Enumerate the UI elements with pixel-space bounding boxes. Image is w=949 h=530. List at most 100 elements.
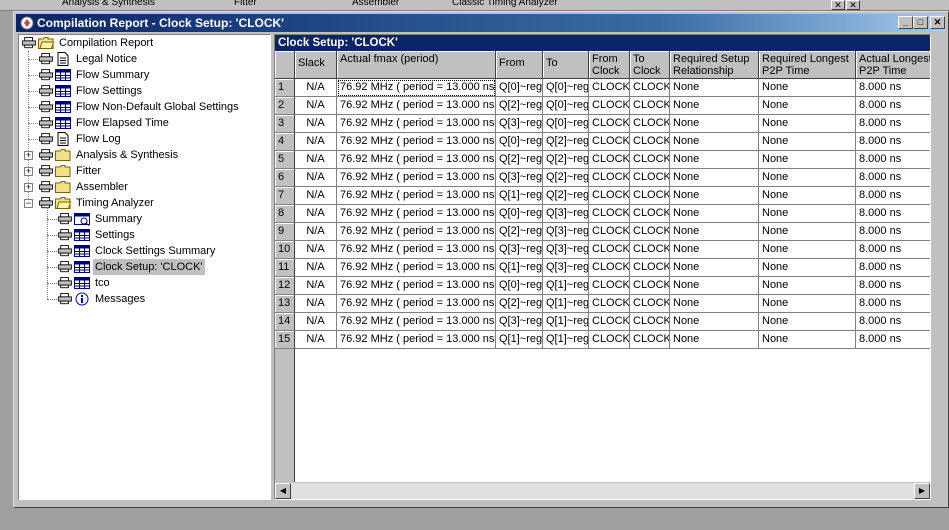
table-cell[interactable]: 8.000 ns	[856, 313, 930, 331]
table-cell[interactable]: Q[3]~reg0	[496, 169, 543, 187]
expand-icon[interactable]: +	[24, 167, 33, 176]
report-table[interactable]: Slack Actual fmax (period) From To From Cloc…	[275, 51, 930, 483]
table-cell[interactable]: Q[0]~reg0	[543, 79, 589, 97]
table-cell[interactable]: CLOCK	[630, 151, 670, 169]
table-cell[interactable]: CLOCK	[630, 187, 670, 205]
row-header[interactable]: 8	[275, 205, 295, 223]
table-cell[interactable]: CLOCK	[589, 187, 630, 205]
column-header[interactable]: From	[496, 51, 543, 79]
table-cell[interactable]: CLOCK	[589, 79, 630, 97]
table-cell[interactable]: CLOCK	[630, 169, 670, 187]
table-cell[interactable]: N/A	[295, 331, 337, 349]
table-cell[interactable]: CLOCK	[589, 205, 630, 223]
table-cell[interactable]: Q[0]~reg0	[496, 277, 543, 295]
table-cell[interactable]: N/A	[295, 277, 337, 295]
table-cell[interactable]: N/A	[295, 115, 337, 133]
row-header[interactable]: 11	[275, 259, 295, 277]
table-cell[interactable]: 8.000 ns	[856, 223, 930, 241]
table-cell[interactable]: 8.000 ns	[856, 115, 930, 133]
table-cell[interactable]: CLOCK	[630, 259, 670, 277]
table-cell[interactable]: None	[759, 133, 856, 151]
table-cell[interactable]: None	[670, 187, 759, 205]
table-cell[interactable]: 8.000 ns	[856, 151, 930, 169]
table-cell[interactable]: Q[3]~reg0	[543, 241, 589, 259]
table-cell[interactable]: CLOCK	[589, 295, 630, 313]
table-cell[interactable]: Q[3]~reg0	[543, 205, 589, 223]
table-cell[interactable]: 8.000 ns	[856, 169, 930, 187]
table-cell[interactable]: None	[759, 313, 856, 331]
row-header[interactable]: 14	[275, 313, 295, 331]
table-cell[interactable]: None	[670, 79, 759, 97]
table-cell[interactable]: Q[2]~reg0	[543, 133, 589, 151]
column-header[interactable]: From Clock	[589, 51, 630, 79]
horizontal-scrollbar[interactable]: ◀ ▶	[275, 482, 930, 499]
table-cell[interactable]: CLOCK	[630, 295, 670, 313]
table-cell[interactable]: 76.92 MHz ( period = 13.000 ns )	[337, 169, 496, 187]
table-cell[interactable]: Q[2]~reg0	[496, 151, 543, 169]
table-cell[interactable]: Q[3]~reg0	[496, 313, 543, 331]
row-header[interactable]: 9	[275, 223, 295, 241]
table-cell[interactable]: 8.000 ns	[856, 133, 930, 151]
table-cell[interactable]: Q[3]~reg0	[496, 115, 543, 133]
table-cell[interactable]: Q[2]~reg0	[543, 187, 589, 205]
table-cell[interactable]: None	[759, 97, 856, 115]
table-cell[interactable]: 8.000 ns	[856, 205, 930, 223]
column-header[interactable]: To	[543, 51, 589, 79]
table-cell[interactable]: 76.92 MHz ( period = 13.000 ns )	[337, 187, 496, 205]
table-cell[interactable]: None	[670, 205, 759, 223]
table-cell[interactable]: 76.92 MHz ( period = 13.000 ns )	[337, 295, 496, 313]
column-header[interactable]: Slack	[295, 51, 337, 79]
table-cell[interactable]: Q[3]~reg0	[543, 223, 589, 241]
table-cell[interactable]: 76.92 MHz ( period = 13.000 ns )	[337, 259, 496, 277]
table-cell[interactable]: None	[670, 331, 759, 349]
table-cell[interactable]: Q[1]~reg0	[496, 331, 543, 349]
table-cell[interactable]: 76.92 MHz ( period = 13.000 ns )	[337, 241, 496, 259]
table-cell[interactable]: None	[759, 241, 856, 259]
table-cell[interactable]: CLOCK	[630, 133, 670, 151]
row-header[interactable]: 10	[275, 241, 295, 259]
table-cell[interactable]: CLOCK	[630, 115, 670, 133]
table-cell[interactable]: 76.92 MHz ( period = 13.000 ns )	[337, 151, 496, 169]
table-cell[interactable]: Q[3]~reg0	[496, 241, 543, 259]
row-header[interactable]: 6	[275, 169, 295, 187]
table-cell[interactable]: N/A	[295, 295, 337, 313]
table-cell[interactable]: Q[2]~reg0	[496, 97, 543, 115]
table-cell[interactable]: N/A	[295, 259, 337, 277]
table-cell[interactable]: None	[670, 97, 759, 115]
row-header[interactable]: 7	[275, 187, 295, 205]
table-cell[interactable]: Q[0]~reg0	[496, 79, 543, 97]
row-header[interactable]: 13	[275, 295, 295, 313]
table-cell[interactable]: None	[759, 331, 856, 349]
expand-icon[interactable]: +	[24, 151, 33, 160]
table-cell[interactable]: N/A	[295, 133, 337, 151]
row-header[interactable]: 2	[275, 97, 295, 115]
scroll-left-arrow-icon[interactable]: ◀	[275, 483, 291, 499]
row-header[interactable]: 12	[275, 277, 295, 295]
table-cell[interactable]: CLOCK	[630, 277, 670, 295]
table-cell[interactable]: CLOCK	[630, 223, 670, 241]
table-cell[interactable]: 8.000 ns	[856, 295, 930, 313]
table-cell[interactable]: N/A	[295, 187, 337, 205]
column-header[interactable]: Actual Longest P2P Time	[856, 51, 930, 79]
table-cell[interactable]: Q[1]~reg0	[496, 259, 543, 277]
table-cell[interactable]: Q[0]~reg0	[543, 97, 589, 115]
table-cell[interactable]: None	[759, 205, 856, 223]
table-cell[interactable]: 8.000 ns	[856, 97, 930, 115]
report-tree[interactable]: Compilation Report Legal Notice Flow Summa…	[18, 34, 271, 500]
table-cell[interactable]: N/A	[295, 169, 337, 187]
table-cell[interactable]: 8.000 ns	[856, 259, 930, 277]
table-cell[interactable]: CLOCK	[630, 205, 670, 223]
table-cell[interactable]: None	[670, 241, 759, 259]
table-cell[interactable]: N/A	[295, 79, 337, 97]
table-cell[interactable]: Q[1]~reg0	[543, 277, 589, 295]
table-cell[interactable]: None	[670, 277, 759, 295]
table-cell[interactable]: CLOCK	[589, 97, 630, 115]
table-cell[interactable]: 76.92 MHz ( period = 13.000 ns )	[337, 115, 496, 133]
table-cell[interactable]: Q[3]~reg0	[543, 259, 589, 277]
table-cell[interactable]: None	[670, 115, 759, 133]
table-cell[interactable]: None	[670, 151, 759, 169]
table-cell[interactable]: Q[1]~reg0	[496, 187, 543, 205]
table-cell[interactable]: N/A	[295, 97, 337, 115]
table-cell[interactable]: 76.92 MHz ( period = 13.000 ns )	[337, 97, 496, 115]
table-cell[interactable]: None	[759, 295, 856, 313]
